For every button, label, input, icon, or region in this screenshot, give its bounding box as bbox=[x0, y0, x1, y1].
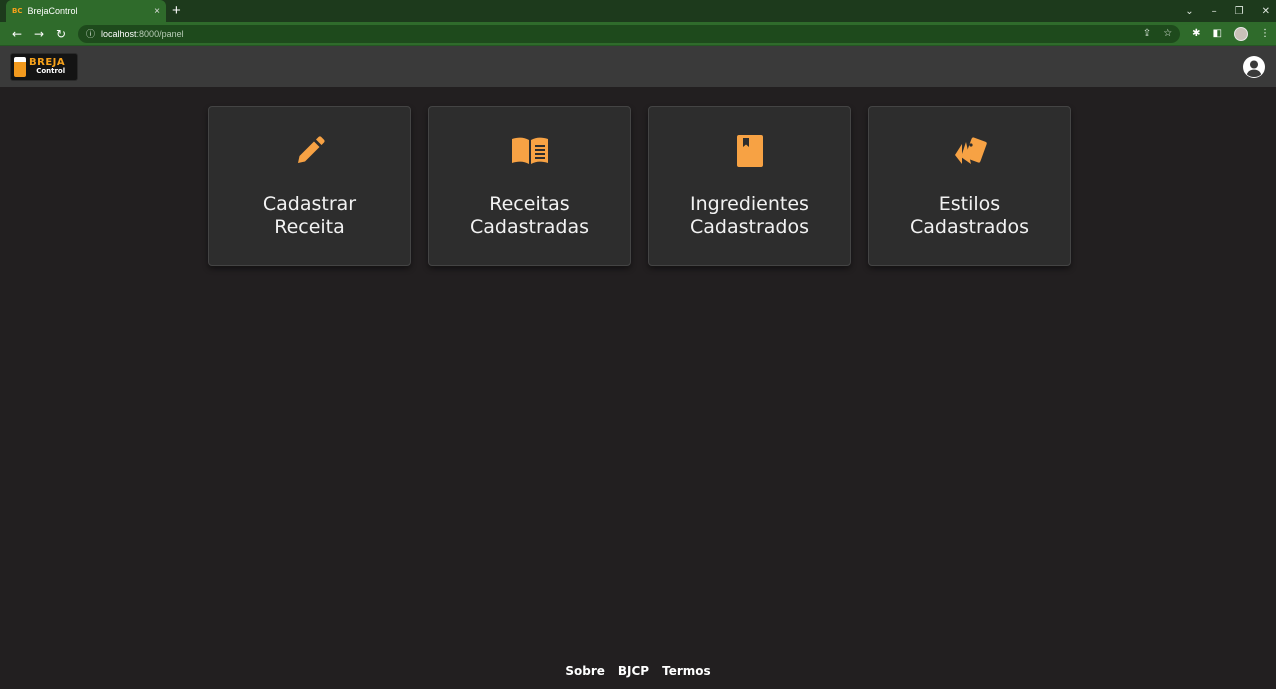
footer: Sobre BJCP Termos bbox=[0, 664, 1276, 678]
footer-link-bjcp[interactable]: BJCP bbox=[618, 664, 649, 678]
url-host: localhost bbox=[101, 28, 137, 39]
back-icon[interactable]: ← bbox=[6, 27, 28, 41]
panel-cards: Cadastrar Receita Receitas Cadastradas I… bbox=[208, 106, 1071, 266]
card-label: Cadastrar Receita bbox=[262, 193, 357, 238]
menu-icon[interactable]: ⋮ bbox=[1260, 28, 1270, 39]
tab-close-icon[interactable]: × bbox=[154, 6, 160, 17]
footer-link-sobre[interactable]: Sobre bbox=[565, 664, 605, 678]
extensions-icon[interactable]: ✱ bbox=[1192, 28, 1200, 39]
footer-link-termos[interactable]: Termos bbox=[662, 664, 711, 678]
tab-search-icon[interactable]: ⌄ bbox=[1185, 6, 1193, 17]
card-ingredientes-cadastrados[interactable]: Ingredientes Cadastrados bbox=[648, 106, 851, 266]
share-icon[interactable]: ⇪ bbox=[1143, 28, 1151, 39]
browser-tab[interactable]: BC BrejaControl × bbox=[6, 0, 166, 22]
site-info-icon[interactable]: ⓘ bbox=[86, 27, 95, 40]
brand-logo[interactable]: BREJA Control bbox=[10, 52, 78, 81]
pencil-icon bbox=[290, 131, 330, 171]
restore-icon[interactable]: ❐ bbox=[1235, 6, 1244, 17]
favicon-icon: BC bbox=[12, 7, 23, 15]
swatches-icon bbox=[950, 131, 990, 171]
card-estilos-cadastrados[interactable]: Estilos Cadastrados bbox=[868, 106, 1071, 266]
logo-text: BREJA Control bbox=[29, 58, 65, 75]
browser-toolbar: ← → ↻ ⓘ localhost:8000/panel ⇪ ☆ ✱ ◧ ⋮ bbox=[0, 22, 1276, 46]
beer-mug-icon bbox=[14, 56, 26, 77]
profile-avatar[interactable] bbox=[1234, 26, 1248, 41]
book-open-icon bbox=[510, 131, 550, 171]
window-controls: ⌄ – ❐ ✕ bbox=[1185, 0, 1270, 22]
url-path: :8000/panel bbox=[136, 28, 184, 39]
card-label: Ingredientes Cadastrados bbox=[689, 193, 809, 238]
minimize-icon[interactable]: – bbox=[1212, 6, 1217, 17]
card-label: Receitas Cadastradas bbox=[469, 193, 590, 238]
card-label: Estilos Cadastrados bbox=[909, 193, 1029, 238]
logo-line2: Control bbox=[36, 67, 66, 75]
reload-icon[interactable]: ↻ bbox=[50, 27, 72, 41]
forward-icon[interactable]: → bbox=[28, 27, 50, 41]
app-header: BREJA Control bbox=[0, 46, 1276, 87]
omnibox-actions: ⇪ ☆ bbox=[1143, 28, 1172, 39]
card-cadastrar-receita[interactable]: Cadastrar Receita bbox=[208, 106, 411, 266]
new-tab-button[interactable]: + bbox=[172, 2, 181, 20]
card-receitas-cadastradas[interactable]: Receitas Cadastradas bbox=[428, 106, 631, 266]
toolbar-actions: ✱ ◧ ⋮ bbox=[1192, 26, 1270, 41]
book-icon bbox=[730, 131, 770, 171]
address-bar[interactable]: ⓘ localhost:8000/panel ⇪ ☆ bbox=[78, 24, 1181, 43]
side-panel-icon[interactable]: ◧ bbox=[1213, 28, 1222, 39]
user-account-icon[interactable] bbox=[1242, 55, 1266, 79]
browser-tabstrip: BC BrejaControl × + ⌄ – ❐ ✕ bbox=[0, 0, 1276, 22]
tab-title: BrejaControl bbox=[27, 6, 78, 16]
close-window-icon[interactable]: ✕ bbox=[1262, 6, 1270, 17]
bookmark-star-icon[interactable]: ☆ bbox=[1163, 28, 1172, 39]
